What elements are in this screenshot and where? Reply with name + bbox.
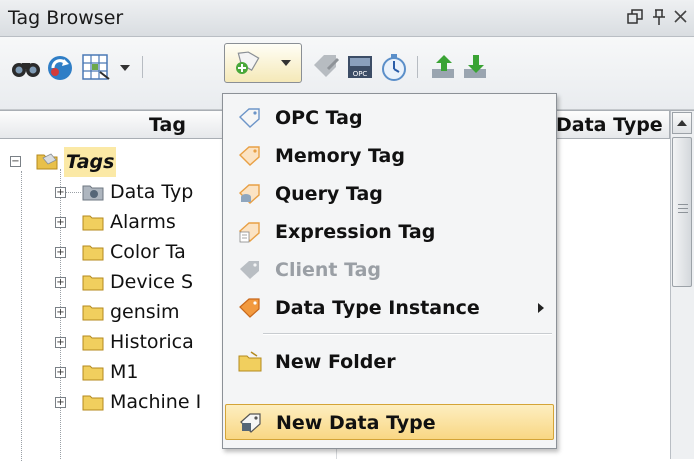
edit-tag-icon[interactable]	[310, 51, 342, 83]
data-type-instance-icon	[239, 298, 260, 318]
menu-item-new-data-type[interactable]: New Data Type	[225, 404, 554, 440]
expand-icon[interactable]: +	[55, 397, 66, 408]
tree-item-label: gensim	[110, 301, 180, 323]
window-title: Tag Browser	[8, 7, 124, 29]
opc-tag-icon	[238, 108, 260, 128]
folder-icon	[82, 275, 104, 291]
toolbar-separator	[417, 56, 418, 78]
folder-icon	[82, 365, 104, 381]
expand-icon[interactable]: +	[55, 247, 66, 258]
folder-icon	[82, 395, 104, 411]
tags-root-folder-icon	[36, 153, 58, 170]
add-tag-dropdown-arrow	[281, 60, 291, 66]
expand-icon[interactable]: +	[55, 187, 66, 198]
menu-item-query-tag[interactable]: Query Tag	[225, 176, 554, 212]
binoculars-icon[interactable]	[10, 51, 42, 83]
expand-icon[interactable]: +	[55, 307, 66, 318]
expand-icon[interactable]: +	[55, 367, 66, 378]
import-icon[interactable]	[428, 51, 460, 83]
menu-item-label: Expression Tag	[275, 221, 436, 243]
close-icon[interactable]	[670, 6, 692, 28]
scroll-up-button[interactable]	[672, 112, 692, 134]
tree-item-label: M1	[110, 361, 139, 383]
menu-item-memory-tag[interactable]: Memory Tag	[225, 138, 554, 174]
tree-item-label: Alarms	[110, 211, 176, 233]
menu-item-expression-tag[interactable]: Expression Tag	[225, 214, 554, 250]
tree-item-label: Data Typ	[110, 181, 194, 203]
submenu-arrow-icon	[538, 303, 544, 313]
memory-tag-icon	[238, 146, 260, 166]
new-folder-icon	[238, 351, 262, 372]
query-tag-icon	[238, 184, 260, 204]
expand-icon[interactable]: +	[55, 217, 66, 228]
timer-icon[interactable]	[378, 51, 410, 83]
expand-icon[interactable]: +	[55, 337, 66, 348]
expand-icon[interactable]: +	[55, 277, 66, 288]
menu-item-new-folder[interactable]: New Folder	[225, 344, 554, 380]
svg-text:OPC: OPC	[353, 70, 368, 78]
vertical-scrollbar[interactable]	[670, 111, 694, 459]
tree-item-label: Machine I	[110, 391, 202, 413]
scroll-grip	[678, 208, 688, 209]
menu-item-label: Memory Tag	[275, 145, 405, 167]
menu-item-label: New Data Type	[276, 412, 436, 434]
add-tag-icon	[236, 51, 260, 74]
scroll-up-arrow-icon	[677, 120, 687, 126]
tree-root-label: Tags	[64, 147, 117, 177]
add-tag-dropdown-button[interactable]	[224, 43, 302, 83]
export-icon[interactable]	[460, 51, 492, 83]
folder-icon	[82, 335, 104, 351]
menu-item-client-tag: Client Tag	[225, 252, 554, 288]
menu-item-label: Data Type Instance	[275, 297, 480, 319]
menu-item-label: OPC Tag	[275, 107, 363, 129]
folder-icon	[82, 245, 104, 261]
restore-icon[interactable]	[624, 6, 646, 28]
client-tag-icon	[240, 261, 259, 279]
new-data-type-icon	[240, 413, 261, 433]
collapse-icon[interactable]: −	[10, 156, 21, 167]
tree-item-label: Historica	[110, 331, 194, 353]
title-bar: Tag Browser	[0, 0, 694, 37]
menu-item-label: Client Tag	[275, 259, 382, 281]
data-types-folder-icon	[82, 185, 104, 201]
toolbar-separator	[142, 56, 143, 78]
tree-item-label: Color Ta	[110, 241, 186, 263]
tag-grid-icon[interactable]	[80, 51, 112, 83]
tree-item-label: Device S	[110, 271, 194, 293]
view-dropdown-arrow[interactable]	[120, 65, 130, 71]
menu-item-label: New Folder	[275, 351, 396, 373]
folder-icon	[82, 215, 104, 231]
add-tag-menu: OPC Tag Memory Tag Query Tag Expression …	[222, 93, 557, 449]
refresh-icon[interactable]	[44, 51, 76, 83]
scroll-thumb[interactable]	[672, 137, 692, 287]
scroll-grip	[678, 212, 688, 213]
menu-item-data-type-instance[interactable]: Data Type Instance	[225, 290, 554, 326]
opc-server-icon[interactable]: OPC	[344, 51, 376, 83]
expression-tag-icon	[238, 222, 260, 243]
pin-icon[interactable]	[648, 6, 670, 28]
folder-icon	[82, 305, 104, 321]
scroll-grip	[678, 204, 688, 205]
menu-item-opc-tag[interactable]: OPC Tag	[225, 100, 554, 136]
menu-separator	[263, 333, 552, 335]
menu-item-label: Query Tag	[275, 183, 383, 205]
